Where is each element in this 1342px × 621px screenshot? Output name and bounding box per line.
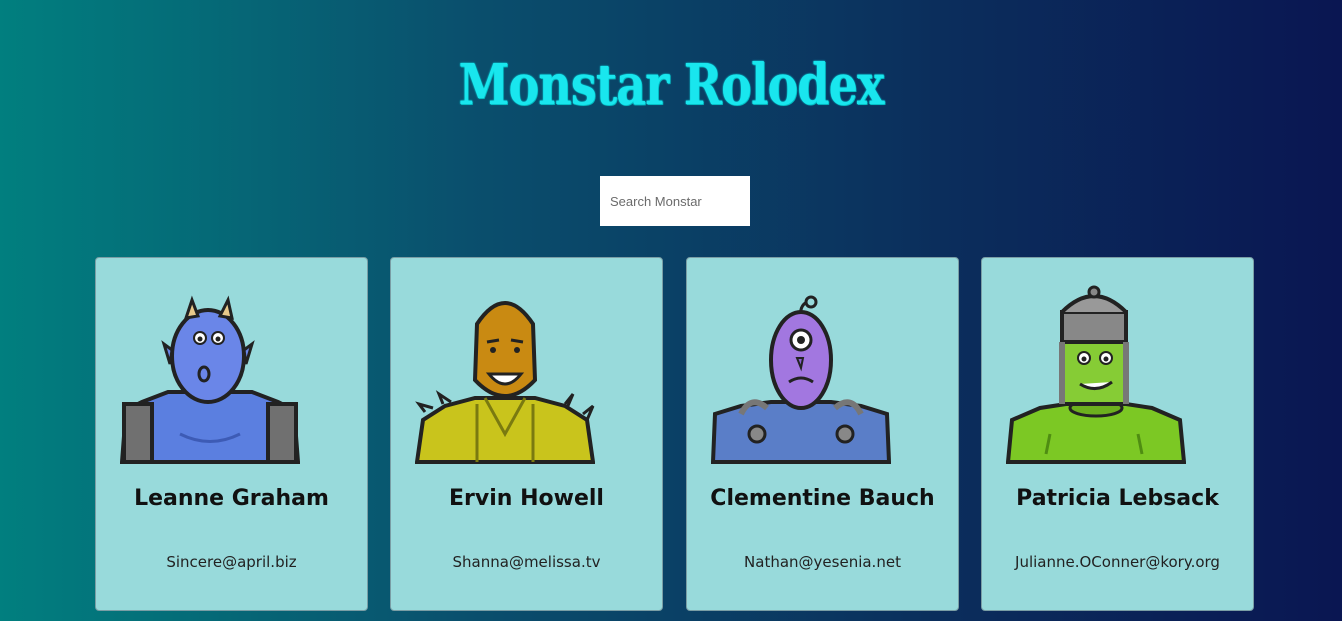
- blue-horned-monster-avatar: [120, 295, 300, 464]
- monster-name: Clementine Bauch: [710, 486, 935, 511]
- monster-card[interactable]: Leanne Graham Sincere@april.biz: [95, 257, 368, 611]
- monster-email: Julianne.OConner@kory.org: [1015, 553, 1220, 571]
- monster-email: Shanna@melissa.tv: [452, 553, 601, 571]
- monster-name: Leanne Graham: [134, 486, 329, 511]
- orange-spiky-monster-avatar: [415, 301, 595, 464]
- monster-card[interactable]: Clementine Bauch Nathan@yesenia.net: [686, 257, 959, 611]
- monster-card[interactable]: Patricia Lebsack Julianne.OConner@kory.o…: [981, 257, 1254, 611]
- app-title: Monstar Rolodex: [458, 52, 884, 118]
- monster-name: Patricia Lebsack: [1016, 486, 1219, 511]
- monster-email: Nathan@yesenia.net: [744, 553, 901, 571]
- purple-cyclops-robot-avatar: [711, 295, 891, 464]
- monster-email: Sincere@april.biz: [166, 553, 297, 571]
- search-input[interactable]: [600, 176, 750, 226]
- monster-card[interactable]: Ervin Howell Shanna@melissa.tv: [390, 257, 663, 611]
- monster-name: Ervin Howell: [449, 486, 604, 511]
- green-helmet-monster-avatar: [1006, 285, 1186, 464]
